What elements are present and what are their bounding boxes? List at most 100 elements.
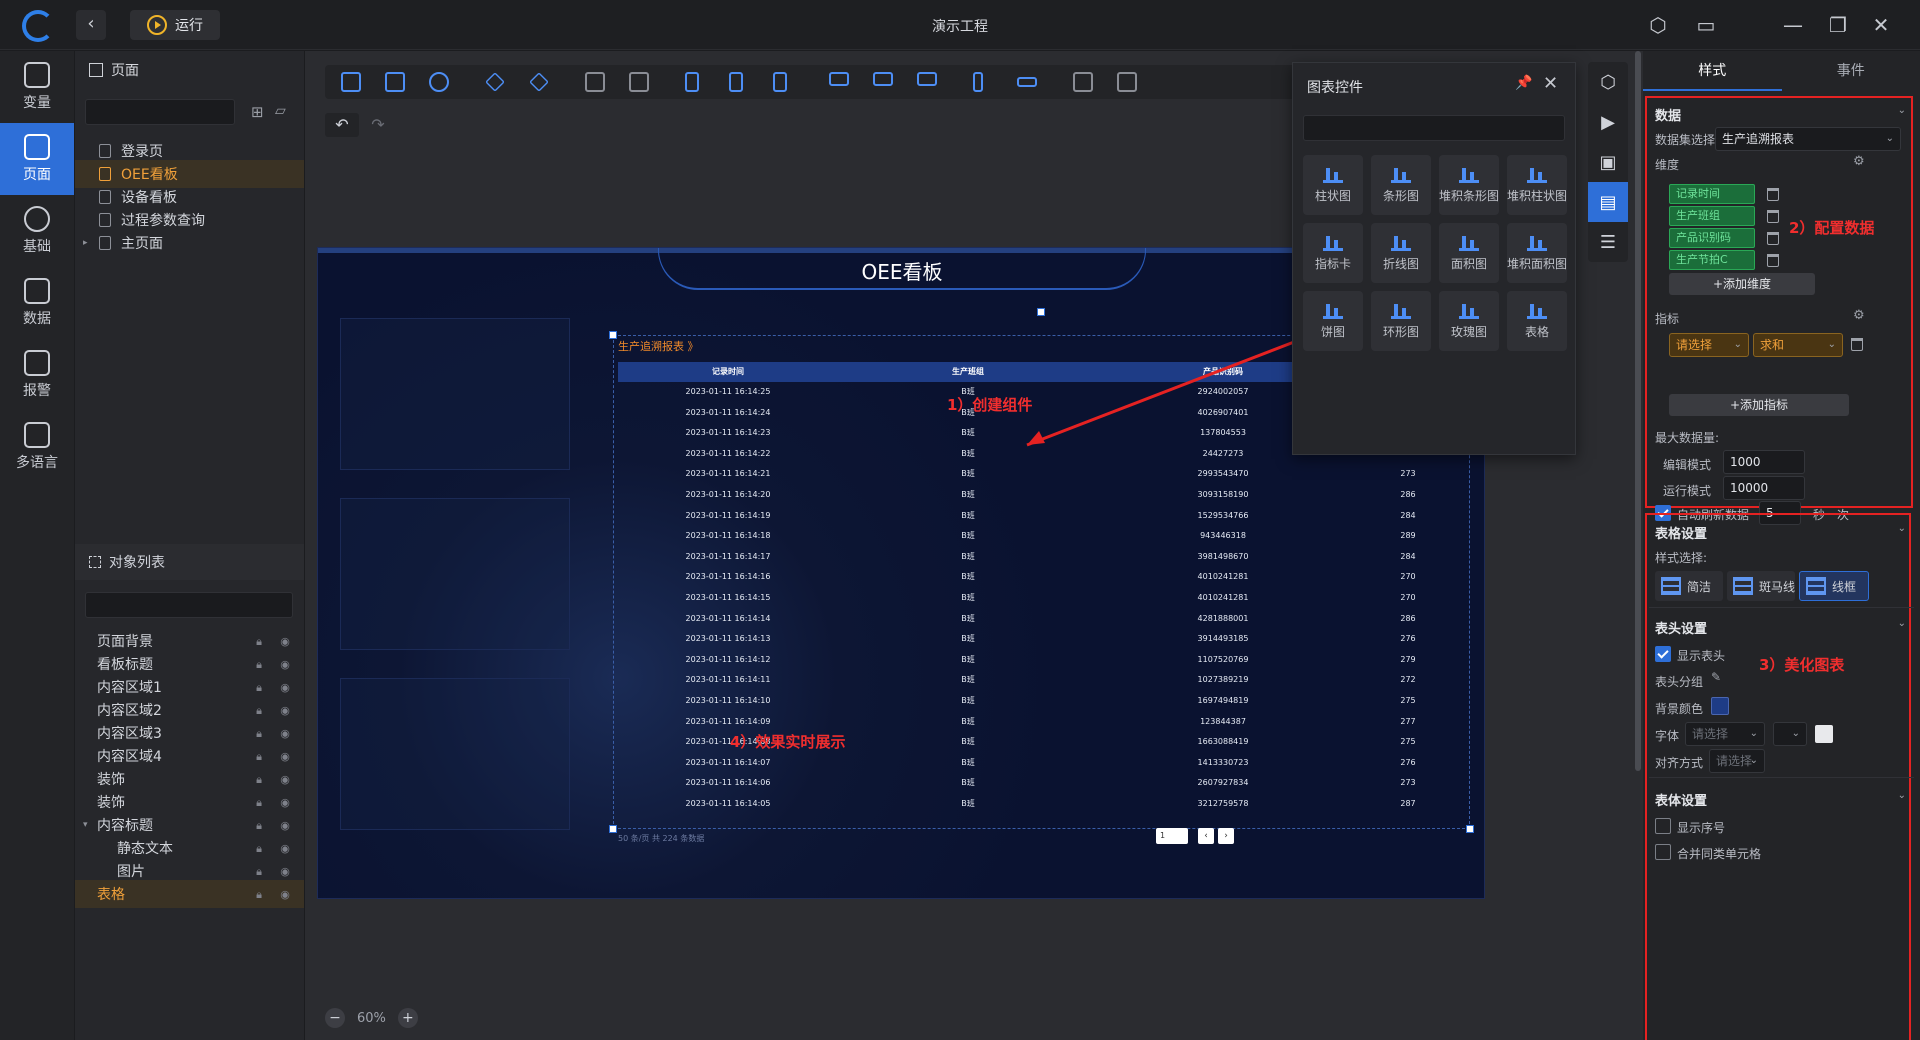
eye-icon[interactable]: ◉ [278, 750, 292, 763]
metric-field-select[interactable]: 请选择 ⌄ [1669, 333, 1749, 357]
align-top-icon[interactable] [829, 72, 849, 86]
align-center-icon[interactable] [729, 72, 743, 92]
eye-icon[interactable]: ◉ [278, 681, 292, 694]
lock-icon[interactable]: 🔒︎ [252, 842, 266, 855]
media-icon[interactable]: ▶ [1588, 102, 1628, 142]
nav-pages[interactable]: 页面 [0, 123, 74, 195]
component-icon[interactable]: ⬡ [1588, 62, 1628, 102]
page-number-input[interactable]: 1 [1156, 828, 1188, 844]
dimension-tag[interactable]: 记录时间 [1669, 184, 1755, 204]
zoom-out-button[interactable]: − [325, 1008, 345, 1028]
object-search-input[interactable] [85, 592, 293, 618]
settings-icon[interactable]: ☰ [1588, 222, 1628, 262]
lock-icon[interactable]: 🔒︎ [252, 704, 266, 717]
font-select[interactable]: 请选择 ⌄ [1685, 722, 1765, 746]
trash-icon[interactable] [1851, 338, 1863, 351]
save-icon[interactable]: ▭ [1693, 12, 1719, 38]
show-index-checkbox[interactable] [1655, 818, 1671, 834]
run-button[interactable]: 运行 [130, 10, 220, 40]
dimension-tag[interactable]: 产品识别码 [1669, 228, 1755, 248]
dimension-tag[interactable]: 生产班组 [1669, 206, 1755, 226]
eye-icon[interactable]: ◉ [278, 819, 292, 832]
eye-icon[interactable]: ◉ [278, 773, 292, 786]
distribute-h-icon[interactable] [973, 72, 983, 92]
copy-icon[interactable] [341, 72, 361, 92]
collapse-icon[interactable]: ⌄ [1898, 790, 1906, 801]
style-zebra[interactable]: 斑马线 [1727, 571, 1795, 601]
minimize-button[interactable]: — [1780, 12, 1806, 38]
lock-icon[interactable]: 🔒︎ [252, 888, 266, 901]
lock-icon[interactable]: 🔒︎ [252, 796, 266, 809]
lock-icon[interactable]: 🔒︎ [252, 865, 266, 878]
dimension-settings-icon[interactable]: ⚙ [1853, 154, 1865, 169]
chart-type-tile[interactable]: 玫瑰图 [1439, 291, 1499, 351]
trash-icon[interactable] [1767, 232, 1779, 245]
merge-cells-checkbox[interactable] [1655, 844, 1671, 860]
content-region-2[interactable] [340, 498, 570, 650]
image-icon[interactable]: ▣ [1588, 142, 1628, 182]
lock-icon[interactable]: 🔒︎ [252, 750, 266, 763]
lock-icon[interactable]: 🔒︎ [252, 635, 266, 648]
page-search-input[interactable] [85, 99, 235, 125]
chart-type-tile[interactable]: 表格 [1507, 291, 1567, 351]
pin-icon[interactable]: 📌 [1515, 75, 1532, 91]
group-icon[interactable] [585, 72, 605, 92]
nav-data[interactable]: 数据 [0, 267, 74, 339]
object-list-item[interactable]: 表格 🔒︎ ◉ [75, 880, 304, 908]
resize-handle[interactable] [609, 825, 617, 833]
chart-icon[interactable]: ▤ [1588, 182, 1628, 222]
close-icon[interactable]: ✕ [1543, 73, 1558, 94]
tab-style[interactable]: 样式 [1643, 51, 1782, 91]
chart-type-tile[interactable]: 堆积条形图 [1439, 155, 1499, 215]
style-simple[interactable]: 简洁 [1655, 571, 1723, 601]
page-item[interactable]: ▸ 主页面 [75, 229, 304, 257]
nav-variables[interactable]: 变量 [0, 51, 74, 123]
show-header-checkbox[interactable] [1655, 646, 1671, 662]
layer-down-icon[interactable] [529, 72, 549, 92]
eye-icon[interactable]: ◉ [278, 727, 292, 740]
next-page-button[interactable]: › [1218, 828, 1234, 844]
align-left-icon[interactable] [685, 72, 699, 92]
paste-icon[interactable] [385, 72, 405, 92]
zoom-in-button[interactable]: + [397, 1008, 418, 1028]
chart-type-tile[interactable]: 指标卡 [1303, 223, 1363, 283]
expand-icon[interactable]: ▸ [83, 238, 88, 248]
content-region-3[interactable] [340, 678, 570, 830]
font-size-select[interactable]: ⌄ [1773, 722, 1807, 746]
chart-type-tile[interactable]: 面积图 [1439, 223, 1499, 283]
chart-type-tile[interactable]: 堆积面积图 [1507, 223, 1567, 283]
layer-up-icon[interactable] [485, 72, 505, 92]
lock-icon[interactable]: 🔒︎ [252, 658, 266, 671]
trash-icon[interactable] [1767, 210, 1779, 223]
vertical-scrollbar[interactable] [1635, 51, 1641, 771]
collapse-icon[interactable]: ⌄ [1898, 523, 1906, 534]
collapse-icon[interactable]: ⌄ [1898, 618, 1906, 629]
metric-agg-select[interactable]: 求和 ⌄ [1753, 333, 1843, 357]
tab-events[interactable]: 事件 [1782, 51, 1920, 91]
eye-icon[interactable]: ◉ [278, 865, 292, 878]
trash-icon[interactable] [1767, 254, 1779, 267]
chart-type-tile[interactable]: 环形图 [1371, 291, 1431, 351]
style-bordered[interactable]: 线框 [1799, 571, 1869, 601]
expand-icon[interactable]: ▾ [83, 820, 88, 830]
eye-icon[interactable]: ◉ [278, 704, 292, 717]
prev-page-button[interactable]: ‹ [1198, 828, 1214, 844]
dimension-tag[interactable]: 生产节拍C [1669, 250, 1755, 270]
collapse-icon[interactable]: ⌄ [1898, 105, 1906, 116]
chart-search-input[interactable] [1303, 115, 1565, 141]
add-page-icon[interactable]: ⊞ [251, 103, 264, 121]
add-dimension-button[interactable]: +添加维度 [1669, 273, 1815, 295]
chart-type-tile[interactable]: 堆积柱状图 [1507, 155, 1567, 215]
cut-icon[interactable] [429, 72, 449, 92]
back-button[interactable]: ‹ [76, 10, 106, 40]
same-height-icon[interactable] [1117, 72, 1137, 92]
lock-icon[interactable]: 🔒︎ [252, 819, 266, 832]
metric-settings-icon[interactable]: ⚙ [1853, 308, 1865, 323]
edit-icon[interactable]: ✎ [1711, 670, 1721, 684]
dataset-select[interactable]: 生产追溯报表 ⌄ [1715, 127, 1901, 151]
eye-icon[interactable]: ◉ [278, 888, 292, 901]
chart-type-tile[interactable]: 柱状图 [1303, 155, 1363, 215]
eye-icon[interactable]: ◉ [278, 635, 292, 648]
undo-button[interactable]: ↶ [325, 113, 359, 137]
eye-icon[interactable]: ◉ [278, 842, 292, 855]
